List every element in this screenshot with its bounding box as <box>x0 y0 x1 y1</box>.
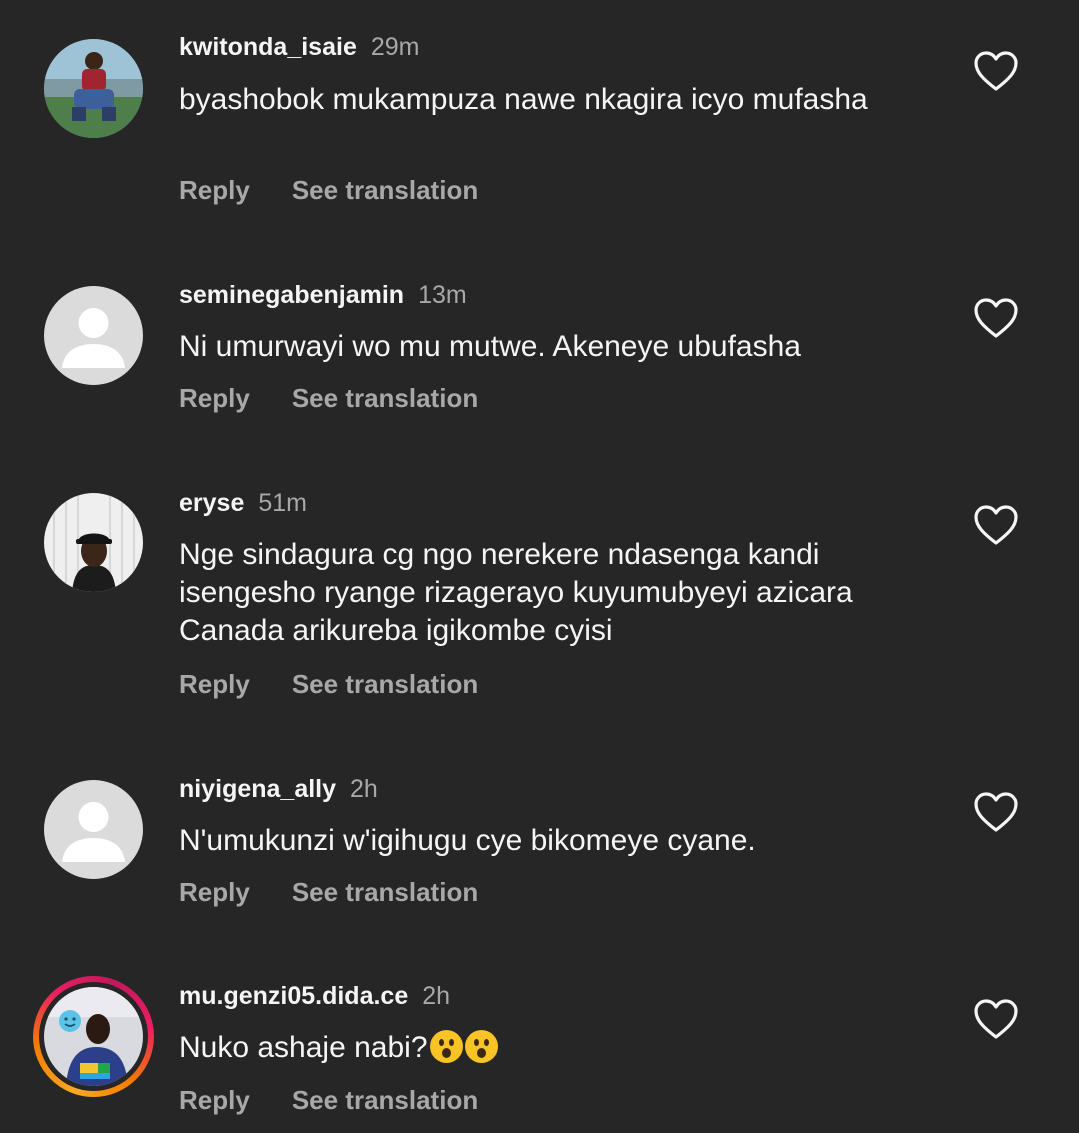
comment-header: niyigena_ally 2h <box>179 774 378 804</box>
see-translation-button[interactable]: See translation <box>292 175 478 205</box>
comment-actions: Reply See translation <box>179 877 478 908</box>
see-translation-button[interactable]: See translation <box>292 1085 478 1115</box>
comment-text: Ni umurwayi wo mu mutwe. Akeneye ubufash… <box>179 330 801 363</box>
heart-outline-icon[interactable] <box>973 50 1019 92</box>
heart-outline-icon[interactable] <box>973 791 1019 833</box>
avatar[interactable] <box>44 493 143 592</box>
heart-outline-icon[interactable] <box>973 998 1019 1040</box>
reply-button[interactable]: Reply <box>179 175 250 205</box>
reply-button[interactable]: Reply <box>179 383 250 413</box>
comment-header: eryse 51m <box>179 488 307 518</box>
comment-text: byashobok mukampuza nawe nkagira icyo mu… <box>179 83 868 116</box>
comment-header: seminegabenjamin 13m <box>179 280 467 310</box>
comment-actions: Reply See translation <box>179 175 478 206</box>
story-ring-avatar[interactable] <box>33 976 154 1097</box>
default-avatar-icon[interactable] <box>44 780 143 879</box>
astonished-face-emoji <box>429 1030 463 1063</box>
timestamp: 29m <box>370 33 420 61</box>
timestamp: 13m <box>418 281 467 309</box>
comment-header: kwitonda_isaie 29m <box>179 32 420 62</box>
avatar <box>44 987 143 1086</box>
default-avatar-icon[interactable] <box>44 286 143 385</box>
username[interactable]: kwitonda_isaie <box>179 33 357 61</box>
comment-actions: Reply See translation <box>179 383 478 414</box>
comment-actions: Reply See translation <box>179 669 478 700</box>
comment-text: Nuko ashaje nabi? <box>179 1029 939 1067</box>
username[interactable]: eryse <box>179 489 244 517</box>
comment-text: N'umukunzi w'igihugu cye bikomeye cyane. <box>179 824 756 857</box>
heart-outline-icon[interactable] <box>973 504 1019 546</box>
timestamp: 2h <box>422 982 451 1010</box>
reply-button[interactable]: Reply <box>179 1085 250 1115</box>
comment-actions: Reply See translation <box>179 1085 478 1116</box>
comment-text: Nge sindagura cg ngo nerekere ndasenga k… <box>179 538 853 647</box>
see-translation-button[interactable]: See translation <box>292 383 478 413</box>
see-translation-button[interactable]: See translation <box>292 669 478 699</box>
see-translation-button[interactable]: See translation <box>292 877 478 907</box>
username[interactable]: seminegabenjamin <box>179 281 404 309</box>
astonished-face-emoji <box>464 1030 498 1063</box>
comment-text-content: Nuko ashaje nabi? <box>179 1031 428 1064</box>
reply-button[interactable]: Reply <box>179 877 250 907</box>
avatar[interactable] <box>44 39 143 138</box>
username[interactable]: niyigena_ally <box>179 775 336 803</box>
timestamp: 2h <box>350 775 378 803</box>
reply-button[interactable]: Reply <box>179 669 250 699</box>
comment-header: mu.genzi05.dida.ce 2h <box>179 981 450 1011</box>
username[interactable]: mu.genzi05.dida.ce <box>179 982 408 1010</box>
heart-outline-icon[interactable] <box>973 297 1019 339</box>
timestamp: 51m <box>258 489 307 517</box>
